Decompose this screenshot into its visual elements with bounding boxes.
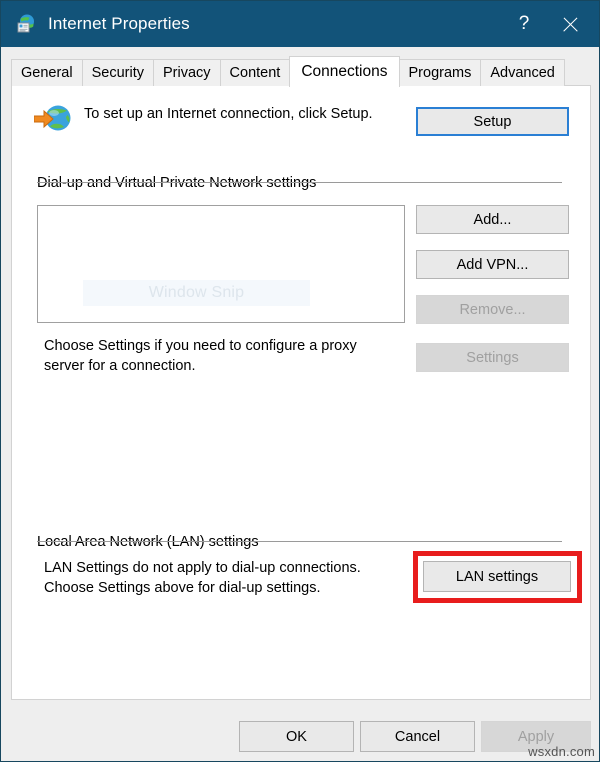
lan-group-separator: [37, 541, 562, 542]
tab-programs[interactable]: Programs: [398, 59, 482, 86]
title-bar: Internet Properties ?: [1, 1, 599, 47]
window-snip-watermark: Window Snip: [83, 280, 310, 306]
tab-content[interactable]: Content: [219, 59, 291, 86]
close-button[interactable]: [547, 1, 593, 47]
apply-button-label: Apply: [517, 728, 555, 745]
cancel-button[interactable]: Cancel: [360, 721, 475, 752]
remove-button-label: Remove...: [459, 301, 526, 318]
tab-general[interactable]: General: [11, 59, 83, 86]
help-button[interactable]: ?: [501, 1, 547, 47]
ok-button-label: OK: [286, 728, 307, 745]
setup-button[interactable]: Setup: [416, 107, 569, 136]
internet-properties-icon: [15, 13, 37, 35]
dialup-group-separator: [37, 182, 562, 183]
lan-description: LAN Settings do not apply to dial-up con…: [44, 560, 361, 596]
settings-button: Settings: [416, 343, 569, 372]
tab-advanced[interactable]: Advanced: [480, 59, 565, 86]
connections-tab-panel: To set up an Internet connection, click …: [11, 85, 591, 700]
tab-strip: General Security Privacy Content Connect…: [11, 56, 565, 87]
setup-button-label: Setup: [473, 113, 512, 130]
close-icon: [561, 15, 580, 34]
question-mark-icon: ?: [518, 13, 530, 34]
lan-settings-highlight-annotation: [413, 551, 582, 603]
proxy-description: Choose Settings if you need to configure…: [44, 338, 357, 374]
site-watermark: wsxdn.com: [528, 744, 595, 759]
add-button[interactable]: Add...: [416, 205, 569, 234]
add-vpn-button-label: Add VPN...: [456, 256, 529, 273]
dialup-group-label: Dial-up and Virtual Private Network sett…: [37, 175, 326, 191]
remove-button: Remove...: [416, 295, 569, 324]
tab-privacy[interactable]: Privacy: [152, 59, 221, 86]
add-vpn-button[interactable]: Add VPN...: [416, 250, 569, 279]
setup-section: To set up an Internet connection, click …: [12, 86, 590, 168]
internet-properties-window: Internet Properties ? General Security P…: [0, 0, 600, 762]
tab-connections[interactable]: Connections: [289, 56, 400, 87]
globe-with-arrow-icon: [33, 102, 74, 136]
cancel-button-label: Cancel: [394, 728, 441, 745]
window-title: Internet Properties: [48, 14, 190, 33]
setup-description: To set up an Internet connection, click …: [84, 106, 373, 122]
lan-group-label: Local Area Network (LAN) settings: [37, 534, 268, 550]
ok-button[interactable]: OK: [239, 721, 354, 752]
settings-button-label: Settings: [466, 349, 519, 366]
tab-security[interactable]: Security: [81, 59, 154, 86]
add-button-label: Add...: [473, 211, 512, 228]
